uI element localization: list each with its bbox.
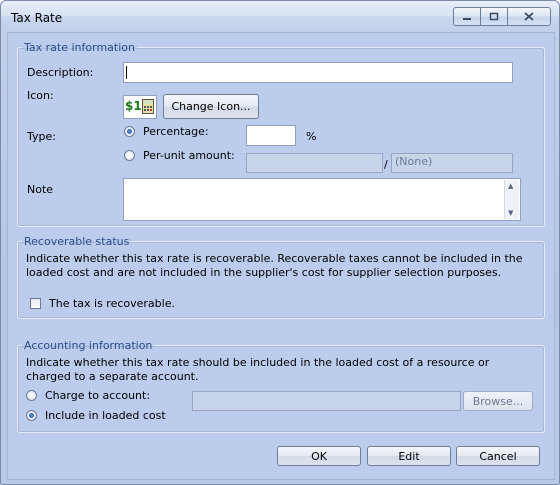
unit-input[interactable]: (None) (391, 153, 513, 173)
per-unit-amount-label: Per-unit amount: (143, 149, 235, 162)
recoverable-checkbox-label: The tax is recoverable. (49, 297, 175, 310)
scroll-down-icon[interactable]: ▼ (508, 209, 513, 217)
tax-rate-dialog: Tax Rate Tax rate information Descriptio… (0, 0, 560, 485)
percentage-input[interactable] (246, 125, 296, 146)
charge-to-account-radio[interactable] (26, 390, 37, 401)
per-unit-amount-radio[interactable] (124, 150, 135, 161)
include-in-loaded-cost-radio[interactable] (26, 410, 37, 421)
charge-to-account-label: Charge to account: (45, 389, 151, 402)
minimize-icon (463, 17, 471, 20)
note-scrollbar[interactable]: ▲ ▼ (504, 180, 519, 219)
scroll-up-icon[interactable]: ▲ (508, 182, 513, 190)
title-bar: Tax Rate (1, 1, 559, 33)
cancel-button[interactable]: Cancel (456, 446, 540, 466)
calculator-icon (142, 99, 154, 114)
edit-button[interactable]: Edit (367, 446, 451, 466)
icon-label: Icon: (27, 89, 54, 102)
window-title: Tax Rate (11, 11, 63, 25)
recoverable-status-legend: Recoverable status (24, 235, 130, 248)
text-cursor (126, 66, 127, 79)
percentage-label: Percentage: (143, 125, 209, 138)
dollar-icon: $1 (125, 99, 142, 113)
ok-button[interactable]: OK (277, 446, 361, 466)
close-icon (524, 12, 534, 21)
note-label: Note (27, 183, 54, 196)
per-unit-amount-input[interactable] (246, 153, 383, 173)
dialog-content: Tax rate information Description: Icon: … (7, 32, 555, 480)
account-input[interactable] (192, 391, 461, 411)
include-in-loaded-cost-label: Include in loaded cost (45, 409, 166, 422)
browse-button[interactable]: Browse... (463, 391, 533, 411)
tax-rate-information-legend: Tax rate information (24, 41, 135, 54)
description-input[interactable] (123, 62, 513, 83)
accounting-description: Indicate whether this tax rate should be… (26, 356, 490, 383)
percentage-radio[interactable] (124, 126, 135, 137)
recoverable-checkbox[interactable] (30, 298, 41, 309)
maximize-icon (489, 12, 499, 21)
window-controls (453, 7, 551, 26)
percent-sign: % (306, 130, 317, 143)
tax-icon-preview: $1 (123, 95, 157, 119)
type-label: Type: (27, 130, 56, 143)
description-label: Description: (27, 66, 94, 79)
note-textarea[interactable]: ▲ ▼ (123, 178, 521, 221)
maximize-button[interactable] (480, 7, 508, 26)
recoverable-description: Indicate whether this tax rate is recove… (26, 252, 523, 279)
accounting-information-legend: Accounting information (24, 339, 153, 352)
unit-separator: / (384, 158, 388, 171)
close-button[interactable] (507, 7, 551, 26)
change-icon-button[interactable]: Change Icon... (163, 94, 259, 119)
minimize-button[interactable] (453, 7, 481, 26)
